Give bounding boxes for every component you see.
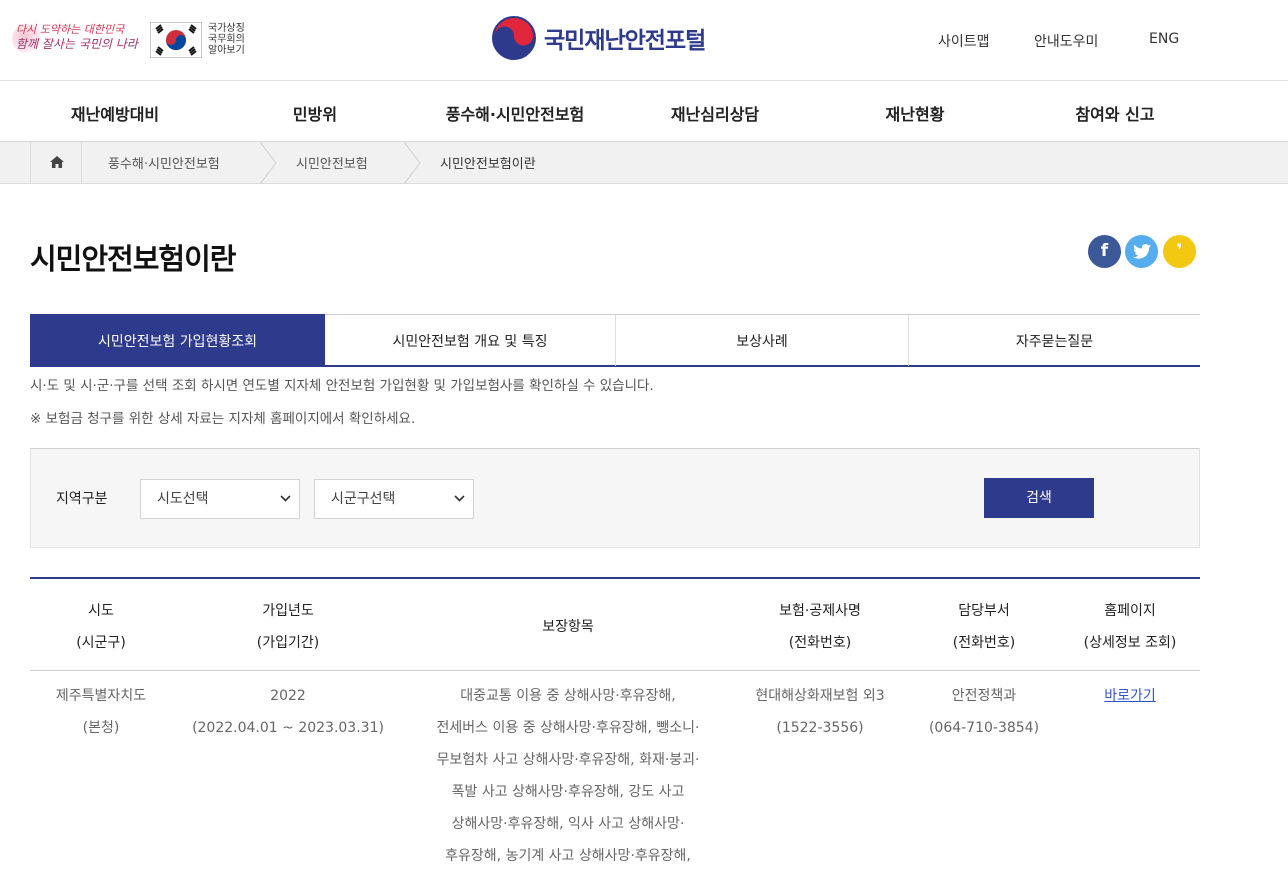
cell-line: (1522-3556) xyxy=(776,720,864,736)
nav-psych-counsel[interactable]: 재난심리상담 xyxy=(671,101,759,125)
column-header-line: (시군구) xyxy=(76,635,126,651)
chevron-down-icon xyxy=(454,495,465,502)
page-title: 시민안전보험이란 xyxy=(30,242,236,276)
site-logo[interactable]: 국민재난안전포털 xyxy=(492,16,706,60)
twitter-share-icon[interactable] xyxy=(1125,235,1158,268)
guide-link[interactable]: 안내도우미 xyxy=(1034,31,1098,51)
nav-disaster-status[interactable]: 재난현황 xyxy=(886,101,945,125)
cell-line: 제주특별자치도 xyxy=(55,688,147,704)
english-link[interactable]: ENG xyxy=(1149,31,1179,47)
insurance-table: 시도 (시군구) 가입년도 (가입기간) 보장항목 보험·공제사명 (전화번호)… xyxy=(30,577,1200,864)
national-flag-icon[interactable] xyxy=(150,22,202,58)
nav-civil-defense[interactable]: 민방위 xyxy=(293,101,337,125)
cell-department: 안전정책과 (064-710-3854) xyxy=(929,680,1039,744)
chevron-down-icon xyxy=(280,495,291,502)
cell-line: (064-710-3854) xyxy=(928,720,1040,736)
taeguk-logo-icon xyxy=(492,16,536,60)
cell-line: (본청) xyxy=(82,720,120,736)
homepage-link[interactable]: 바로가기 xyxy=(1104,688,1156,704)
breadcrumb-separator-icon xyxy=(260,142,277,184)
column-header-line: (전화번호) xyxy=(952,635,1016,651)
cell-line: 2022 xyxy=(270,688,306,704)
slogan-line-2: 함께 잘사는 국민의 나라 xyxy=(16,37,138,51)
column-header-line: (상세정보 조회) xyxy=(1083,635,1177,651)
tab-compensation-cases[interactable]: 보상사례 xyxy=(616,315,908,366)
cell-year: 2022 (2022.04.01 ~ 2023.03.31) xyxy=(192,680,384,744)
nav-participation[interactable]: 참여와 신고 xyxy=(1075,101,1154,125)
column-header-line: 시도 xyxy=(88,603,114,619)
column-header-department: 담당부서 (전화번호) xyxy=(953,595,1015,659)
breadcrumb-item-current[interactable]: 시민안전보험이란 xyxy=(440,153,536,172)
facebook-share-icon[interactable]: f xyxy=(1088,235,1121,268)
breadcrumb: 풍수해·시민안전보험 시민안전보험 시민안전보험이란 xyxy=(0,142,1288,184)
column-header-line: 홈페이지 xyxy=(1104,603,1156,619)
site-name: 국민재난안전포털 xyxy=(544,28,706,54)
column-header-sido: 시도 (시군구) xyxy=(76,595,126,659)
flag-text-line-2: 국무회의 xyxy=(208,34,245,45)
table-header-row: 시도 (시군구) 가입년도 (가입기간) 보장항목 보험·공제사명 (전화번호)… xyxy=(30,579,1200,671)
search-panel: 지역구분 시도선택 시군구선택 검색 xyxy=(30,448,1200,548)
breadcrumb-separator-icon xyxy=(404,142,421,184)
government-slogan-logo[interactable]: 다시 도약하는 대한민국 함께 잘사는 국민의 나라 xyxy=(12,22,148,58)
tab-membership-lookup[interactable]: 시민안전보험 가입현황조회 xyxy=(30,314,325,367)
column-header-line: 가입년도 xyxy=(262,603,314,619)
national-symbol-link[interactable]: 국가상징 국무회의 알아보기 xyxy=(208,23,245,56)
main-navigation: 재난예방대비 민방위 풍수해·시민안전보험 재난심리상담 재난현황 참여와 신고 xyxy=(0,81,1288,142)
flag-text-line-3: 알아보기 xyxy=(208,45,245,56)
breadcrumb-home[interactable] xyxy=(30,142,82,183)
cell-line: 전세버스 이용 중 상해사망·후유장해, 뺑소니· xyxy=(436,720,700,736)
breadcrumb-item-citizen-insurance[interactable]: 시민안전보험 xyxy=(296,153,368,172)
cell-line: 폭발 사고 상해사망·후유장해, 강도 사고 xyxy=(451,784,685,800)
breadcrumb-item-flood-insurance[interactable]: 풍수해·시민안전보험 xyxy=(108,153,220,172)
slogan-line-1: 다시 도약하는 대한민국 xyxy=(16,23,125,36)
cell-insurer: 현대해상화재보험 외3 (1522-3556) xyxy=(755,680,884,744)
cell-line: 상해사망·후유장해, 익사 사고 상해사망· xyxy=(451,816,685,832)
cell-line: 대중교통 이용 중 상해사망·후유장해, xyxy=(460,688,676,704)
nav-flood-insurance[interactable]: 풍수해·시민안전보험 xyxy=(446,101,585,125)
content-tabs: 시민안전보험 가입현황조회 시민안전보험 개요 및 특징 보상사례 자주묻는질문 xyxy=(30,314,1200,367)
sitemap-link[interactable]: 사이트맵 xyxy=(938,31,990,51)
cell-sido: 제주특별자치도 (본청) xyxy=(56,680,146,744)
sido-select-value: 시도선택 xyxy=(157,491,209,507)
sigungu-select[interactable]: 시군구선택 xyxy=(314,479,474,519)
flag-text-line-1: 국가상징 xyxy=(208,23,245,34)
nav-disaster-prevention[interactable]: 재난예방대비 xyxy=(71,101,159,125)
sigungu-select-value: 시군구선택 xyxy=(331,491,396,507)
description-text: 시·도 및 시·군·구를 선택 조회 하시면 연도별 지자체 안전보험 가입현황… xyxy=(30,378,654,394)
search-button[interactable]: 검색 xyxy=(984,478,1094,518)
column-header-insurer: 보험·공제사명 (전화번호) xyxy=(779,595,861,659)
cell-line: 현대해상화재보험 외3 xyxy=(755,688,885,704)
sido-select[interactable]: 시도선택 xyxy=(140,479,300,519)
region-label: 지역구분 xyxy=(56,491,108,507)
tab-faq[interactable]: 자주묻는질문 xyxy=(909,315,1200,366)
column-header-line: 담당부서 xyxy=(958,603,1010,619)
column-header-line: 보험·공제사명 xyxy=(779,603,861,619)
cell-line: 무보험차 사고 상해사망·후유장해, 화재·붕괴· xyxy=(436,752,700,768)
column-header-line: (전화번호) xyxy=(788,635,852,651)
tab-overview[interactable]: 시민안전보험 개요 및 특징 xyxy=(325,315,615,366)
cell-line: 후유장해, 농기계 사고 상해사망·후유장해, xyxy=(445,848,691,864)
column-header-line: (가입기간) xyxy=(256,635,320,651)
cell-homepage: 바로가기 xyxy=(1104,680,1156,712)
top-header: 다시 도약하는 대한민국 함께 잘사는 국민의 나라 국가상징 국무회의 알아보… xyxy=(0,0,1288,81)
column-header-coverage: 보장항목 xyxy=(542,619,594,635)
cell-line: (2022.04.01 ~ 2023.03.31) xyxy=(192,720,384,736)
cell-coverage: 대중교통 이용 중 상해사망·후유장해, 전세버스 이용 중 상해사망·후유장해… xyxy=(437,680,700,872)
column-header-year: 가입년도 (가입기간) xyxy=(257,595,319,659)
column-header-homepage: 홈페이지 (상세정보 조회) xyxy=(1084,595,1177,659)
cell-line: 안전정책과 xyxy=(951,688,1017,704)
home-icon xyxy=(50,156,64,168)
kakaostory-share-icon[interactable]: ❜ xyxy=(1163,235,1196,268)
notice-text: ※ 보험금 청구를 위한 상세 자료는 지자체 홈페이지에서 확인하세요. xyxy=(30,411,416,427)
